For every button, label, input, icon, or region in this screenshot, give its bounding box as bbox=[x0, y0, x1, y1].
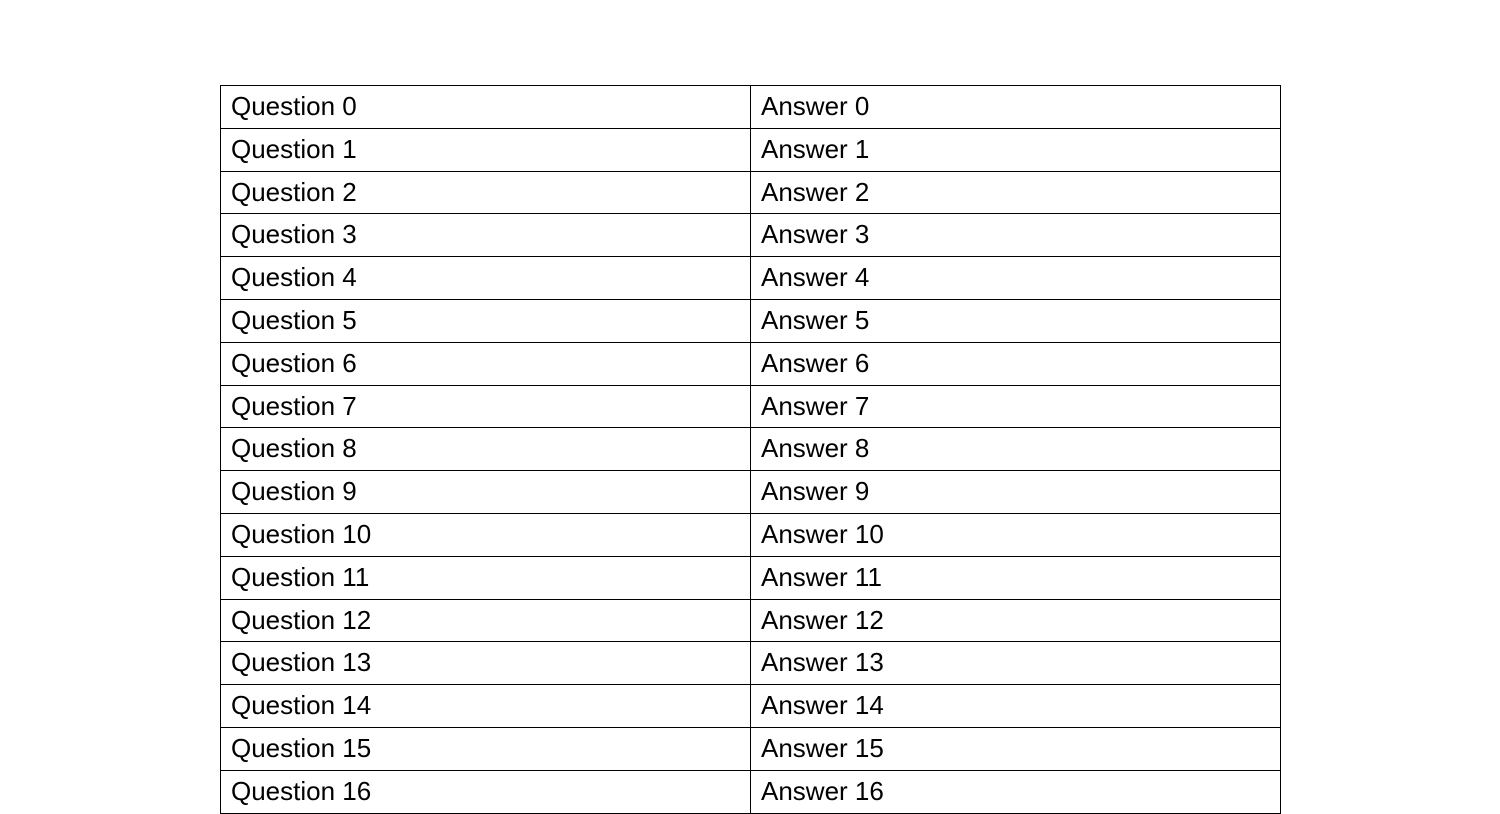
question-cell: Question 12 bbox=[221, 599, 751, 642]
table-row: Question 12 Answer 12 bbox=[221, 599, 1281, 642]
table-row: Question 6 Answer 6 bbox=[221, 342, 1281, 385]
document-page: Question 0 Answer 0 Question 1 Answer 1 … bbox=[0, 0, 1500, 814]
question-cell: Question 15 bbox=[221, 727, 751, 770]
question-cell: Question 6 bbox=[221, 342, 751, 385]
question-cell: Question 4 bbox=[221, 257, 751, 300]
question-cell: Question 14 bbox=[221, 685, 751, 728]
question-cell: Question 2 bbox=[221, 171, 751, 214]
table-row: Question 8 Answer 8 bbox=[221, 428, 1281, 471]
answer-cell: Answer 7 bbox=[751, 385, 1281, 428]
answer-cell: Answer 13 bbox=[751, 642, 1281, 685]
answer-cell: Answer 4 bbox=[751, 257, 1281, 300]
answer-cell: Answer 12 bbox=[751, 599, 1281, 642]
answer-cell: Answer 0 bbox=[751, 86, 1281, 129]
question-cell: Question 3 bbox=[221, 214, 751, 257]
answer-cell: Answer 1 bbox=[751, 128, 1281, 171]
table-row: Question 14 Answer 14 bbox=[221, 685, 1281, 728]
answer-cell: Answer 5 bbox=[751, 299, 1281, 342]
question-cell: Question 7 bbox=[221, 385, 751, 428]
answer-cell: Answer 9 bbox=[751, 471, 1281, 514]
question-cell: Question 10 bbox=[221, 513, 751, 556]
table-row: Question 9 Answer 9 bbox=[221, 471, 1281, 514]
table-row: Question 10 Answer 10 bbox=[221, 513, 1281, 556]
answer-cell: Answer 14 bbox=[751, 685, 1281, 728]
question-cell: Question 11 bbox=[221, 556, 751, 599]
table-row: Question 4 Answer 4 bbox=[221, 257, 1281, 300]
question-cell: Question 0 bbox=[221, 86, 751, 129]
table-row: Question 3 Answer 3 bbox=[221, 214, 1281, 257]
table-row: Question 1 Answer 1 bbox=[221, 128, 1281, 171]
question-cell: Question 9 bbox=[221, 471, 751, 514]
question-cell: Question 8 bbox=[221, 428, 751, 471]
answer-cell: Answer 11 bbox=[751, 556, 1281, 599]
table-row: Question 2 Answer 2 bbox=[221, 171, 1281, 214]
table-row: Question 5 Answer 5 bbox=[221, 299, 1281, 342]
answer-cell: Answer 2 bbox=[751, 171, 1281, 214]
table-row: Question 11 Answer 11 bbox=[221, 556, 1281, 599]
answer-cell: Answer 10 bbox=[751, 513, 1281, 556]
qa-table: Question 0 Answer 0 Question 1 Answer 1 … bbox=[220, 85, 1281, 814]
answer-cell: Answer 16 bbox=[751, 770, 1281, 813]
table-row: Question 16 Answer 16 bbox=[221, 770, 1281, 813]
answer-cell: Answer 3 bbox=[751, 214, 1281, 257]
answer-cell: Answer 6 bbox=[751, 342, 1281, 385]
question-cell: Question 13 bbox=[221, 642, 751, 685]
question-cell: Question 16 bbox=[221, 770, 751, 813]
table-row: Question 0 Answer 0 bbox=[221, 86, 1281, 129]
table-row: Question 15 Answer 15 bbox=[221, 727, 1281, 770]
answer-cell: Answer 15 bbox=[751, 727, 1281, 770]
answer-cell: Answer 8 bbox=[751, 428, 1281, 471]
question-cell: Question 1 bbox=[221, 128, 751, 171]
question-cell: Question 5 bbox=[221, 299, 751, 342]
table-row: Question 13 Answer 13 bbox=[221, 642, 1281, 685]
table-row: Question 7 Answer 7 bbox=[221, 385, 1281, 428]
